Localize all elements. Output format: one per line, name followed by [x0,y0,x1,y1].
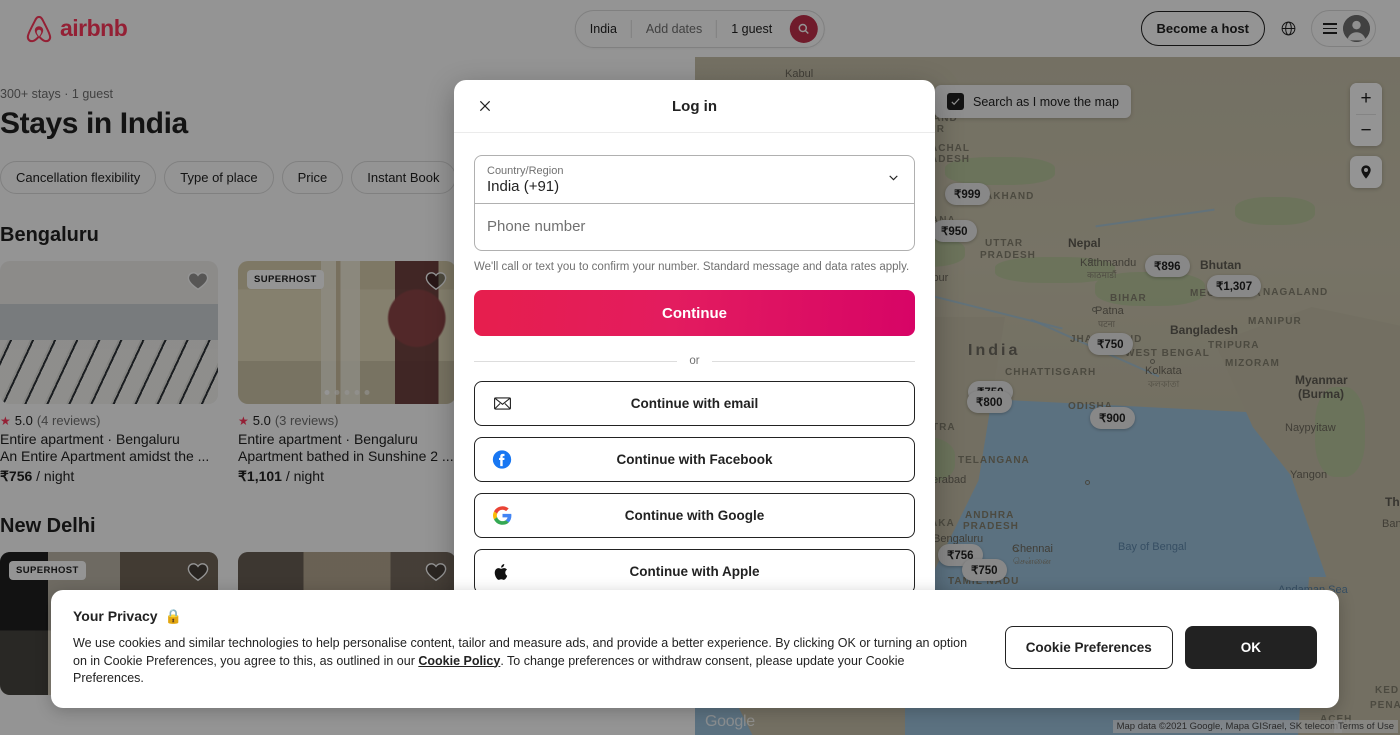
airbnb-search-page: airbnb India Add dates 1 guest Become a … [0,0,1400,735]
continue-with-google-label: Continue with Google [624,508,765,524]
continue-with-apple-button[interactable]: Continue with Apple [474,549,915,595]
phone-number-field[interactable] [475,204,914,250]
phone-helper-text: We'll call or text you to confirm your n… [474,261,910,273]
phone-login-fields: Country/Region India (+91) [474,155,915,251]
cookie-banner-text: We use cookies and similar technologies … [73,635,978,688]
or-line-right [711,360,916,362]
country-region-value: India (+91) [487,178,560,195]
continue-with-facebook-label: Continue with Facebook [616,452,773,468]
cookie-ok-button[interactable]: OK [1184,626,1317,670]
continue-button[interactable]: Continue [474,290,915,337]
login-modal-body: Country/Region India (+91) We'll call or… [454,133,935,650]
close-modal-button[interactable] [472,93,498,119]
cookie-consent-banner: Your Privacy 🔒 We use cookies and simila… [51,589,1339,708]
login-modal-header: Log in [454,80,935,133]
chevron-down-icon [887,171,900,189]
cookie-banner-title-row: Your Privacy 🔒 [73,608,987,625]
cookie-banner-actions: Cookie Preferences OK [1004,626,1317,670]
cookie-banner-title: Your Privacy [73,608,158,625]
continue-with-email-label: Continue with email [630,396,759,412]
facebook-icon [492,450,512,470]
cookie-banner-content: Your Privacy 🔒 We use cookies and simila… [73,608,987,688]
continue-with-facebook-button[interactable]: Continue with Facebook [474,437,915,483]
close-icon [479,100,491,112]
cookie-preferences-button[interactable]: Cookie Preferences [1004,626,1173,670]
continue-with-apple-label: Continue with Apple [629,564,760,580]
or-divider: or [474,355,916,368]
apple-icon [492,562,512,582]
google-icon [492,506,512,526]
envelope-icon [492,394,512,414]
phone-number-input[interactable] [487,218,902,235]
login-modal: Log in Country/Region India (+91) We'll … [454,80,935,650]
or-line-left [474,360,678,362]
country-region-select[interactable]: Country/Region India (+91) [475,156,914,204]
login-modal-title: Log in [672,97,717,115]
country-region-label: Country/Region [487,165,564,177]
continue-with-email-button[interactable]: Continue with email [474,381,915,427]
lock-icon: 🔒 [164,607,182,624]
cookie-policy-link[interactable]: Cookie Policy [418,654,500,668]
or-label: or [689,355,700,368]
continue-with-google-button[interactable]: Continue with Google [474,493,915,539]
